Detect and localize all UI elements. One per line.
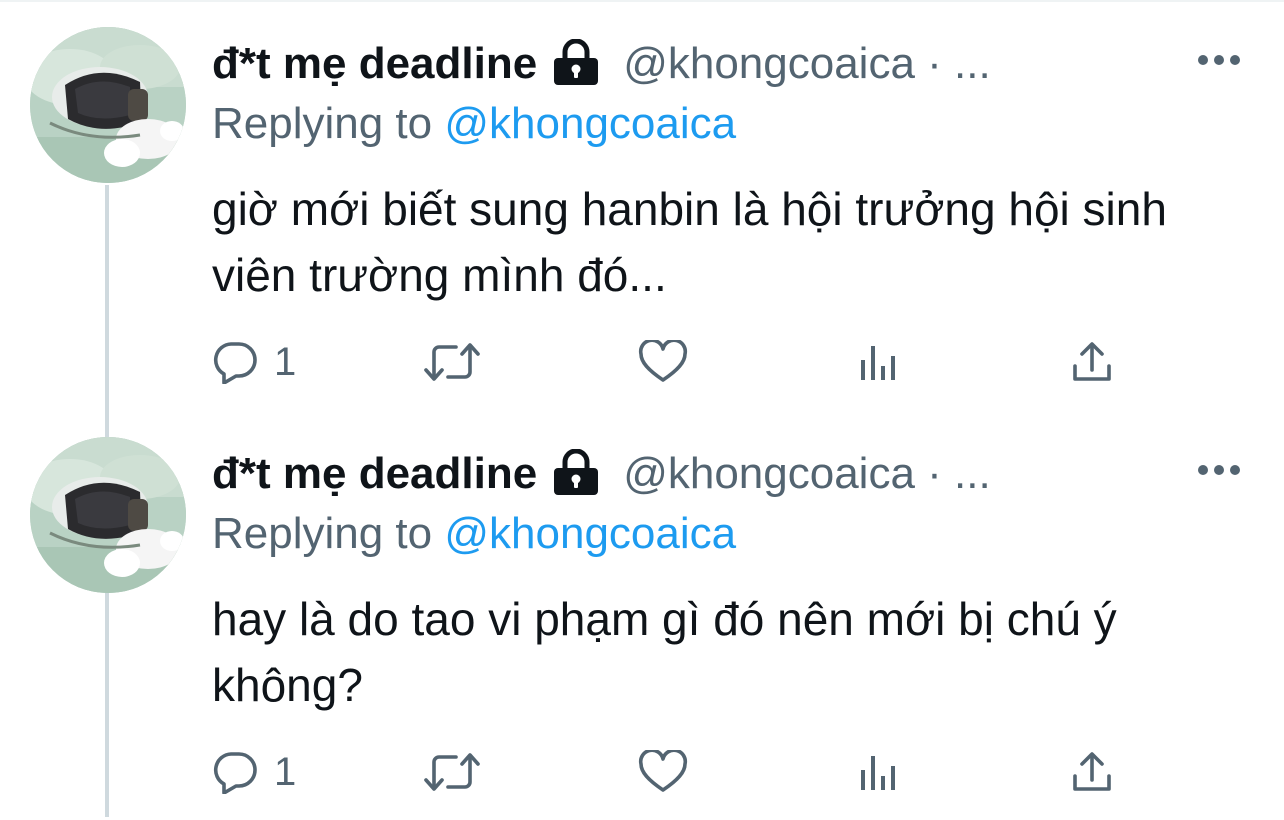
share-button[interactable] bbox=[1070, 746, 1114, 798]
handle[interactable]: @khongcoaica · ... bbox=[623, 36, 991, 92]
tweet-text: hay là do tao vi phạm gì đó nên mới bị c… bbox=[212, 593, 1117, 711]
tweet-text: giờ mới biết sung hanbin là hội trưởng h… bbox=[212, 183, 1167, 301]
handle[interactable]: @khongcoaica · ... bbox=[623, 446, 991, 502]
retweet-button[interactable] bbox=[424, 746, 480, 798]
like-button[interactable] bbox=[638, 746, 688, 798]
tweet[interactable]: đ*t mẹ deadline @khongcoaica · ... Reply… bbox=[0, 0, 1284, 410]
lock-icon bbox=[551, 448, 601, 495]
reply-bubble-icon bbox=[212, 750, 258, 794]
like-button[interactable] bbox=[638, 336, 688, 388]
reply-button[interactable]: 1 bbox=[212, 746, 296, 798]
tweet[interactable]: đ*t mẹ deadline @khongcoaica · ... Reply… bbox=[0, 410, 1284, 820]
share-upload-icon bbox=[1070, 340, 1114, 384]
reply-count: 1 bbox=[274, 340, 297, 384]
replying-prefix: Replying to bbox=[212, 509, 433, 558]
action-bar: 1 bbox=[212, 746, 1132, 798]
replying-prefix: Replying to bbox=[212, 99, 433, 148]
tweet-header: đ*t mẹ deadline @khongcoaica · ... bbox=[212, 446, 991, 502]
retweet-button[interactable] bbox=[424, 336, 480, 388]
views-bars-icon bbox=[858, 342, 898, 382]
retweet-icon bbox=[424, 342, 480, 382]
lock-icon bbox=[551, 38, 601, 85]
avatar[interactable] bbox=[30, 437, 186, 593]
reply-count: 1 bbox=[274, 750, 297, 794]
replying-to: Replying to @khongcoaica bbox=[212, 96, 736, 152]
share-button[interactable] bbox=[1070, 336, 1114, 388]
replying-to: Replying to @khongcoaica bbox=[212, 506, 736, 562]
tweet-header: đ*t mẹ deadline @khongcoaica · ... bbox=[212, 36, 991, 92]
retweet-icon bbox=[424, 752, 480, 792]
heart-icon bbox=[638, 750, 688, 794]
action-bar: 1 bbox=[212, 336, 1132, 388]
views-bars-icon bbox=[858, 752, 898, 792]
display-name[interactable]: đ*t mẹ deadline bbox=[212, 36, 537, 92]
heart-icon bbox=[638, 340, 688, 384]
display-name[interactable]: đ*t mẹ deadline bbox=[212, 446, 537, 502]
more-dots-icon[interactable] bbox=[1196, 52, 1242, 68]
reply-bubble-icon bbox=[212, 340, 258, 384]
mention-link[interactable]: @khongcoaica bbox=[444, 509, 736, 558]
avatar[interactable] bbox=[30, 27, 186, 183]
views-button[interactable] bbox=[858, 336, 898, 388]
more-dots-icon[interactable] bbox=[1196, 462, 1242, 478]
mention-link[interactable]: @khongcoaica bbox=[444, 99, 736, 148]
reply-button[interactable]: 1 bbox=[212, 336, 296, 388]
share-upload-icon bbox=[1070, 750, 1114, 794]
views-button[interactable] bbox=[858, 746, 898, 798]
